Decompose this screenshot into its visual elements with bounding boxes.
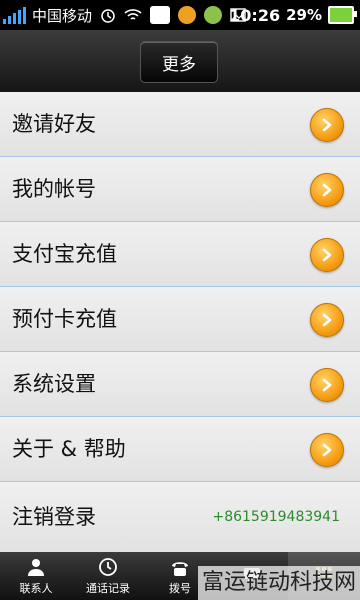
chevron-right-icon[interactable] bbox=[310, 108, 344, 142]
tab-call-log[interactable]: 通话记录 bbox=[72, 552, 144, 600]
clock-icon bbox=[98, 557, 118, 577]
tab-label: 联系人 bbox=[19, 581, 53, 595]
menu-item-alipay-topup[interactable]: 支付宝充值 bbox=[0, 222, 360, 287]
dialpad-icon bbox=[169, 557, 191, 577]
chevron-right-icon[interactable] bbox=[310, 173, 344, 207]
person-icon bbox=[26, 557, 46, 577]
battery-percent: 29% bbox=[286, 6, 322, 24]
chevron-right-icon[interactable] bbox=[310, 303, 344, 337]
menu-item-label: 我的帐号 bbox=[12, 177, 96, 201]
app-icon bbox=[150, 6, 171, 24]
status-bar: 中国移动 10:26 29% bbox=[0, 0, 360, 30]
watermark-text: 富运链动科技网 bbox=[197, 566, 360, 600]
menu-item-label: 邀请好友 bbox=[12, 112, 96, 136]
chevron-right-icon[interactable] bbox=[310, 238, 344, 272]
logout-label: 注销登录 bbox=[12, 505, 96, 529]
menu-list: 邀请好友 我的帐号 支付宝充值 预付卡充值 系统设置 关于 & 帮助 注销登录 … bbox=[0, 92, 360, 552]
tab-label: 拨号 bbox=[169, 581, 191, 595]
tab-label: 通话记录 bbox=[86, 581, 130, 595]
menu-item-label: 预付卡充值 bbox=[12, 307, 117, 331]
carrier-name: 中国移动 bbox=[32, 6, 93, 25]
app-icon bbox=[204, 6, 223, 24]
signal-icon bbox=[3, 6, 26, 24]
menu-item-invite[interactable]: 邀请好友 bbox=[0, 92, 360, 157]
tab-contacts[interactable]: 联系人 bbox=[0, 552, 72, 600]
header-bar: 更多 bbox=[0, 30, 360, 92]
menu-item-account[interactable]: 我的帐号 bbox=[0, 157, 360, 222]
menu-item-about-help[interactable]: 关于 & 帮助 bbox=[0, 417, 360, 482]
chevron-right-icon[interactable] bbox=[310, 433, 344, 467]
battery-icon bbox=[328, 6, 357, 24]
clock-time: 10:26 bbox=[229, 5, 281, 25]
menu-item-label: 系统设置 bbox=[12, 372, 96, 396]
menu-item-prepaid-card-topup[interactable]: 预付卡充值 bbox=[0, 287, 360, 352]
more-title-button[interactable]: 更多 bbox=[140, 41, 218, 83]
chevron-right-icon[interactable] bbox=[310, 368, 344, 402]
menu-item-label: 支付宝充值 bbox=[12, 242, 117, 266]
menu-item-label: 关于 & 帮助 bbox=[12, 437, 126, 461]
alarm-icon bbox=[100, 7, 116, 23]
menu-item-logout[interactable]: 注销登录 +8615919483941 bbox=[0, 482, 360, 552]
account-phone-number: +8615919483941 bbox=[212, 509, 340, 525]
wifi-icon bbox=[124, 8, 142, 22]
app-icon bbox=[178, 6, 197, 24]
menu-item-settings[interactable]: 系统设置 bbox=[0, 352, 360, 417]
